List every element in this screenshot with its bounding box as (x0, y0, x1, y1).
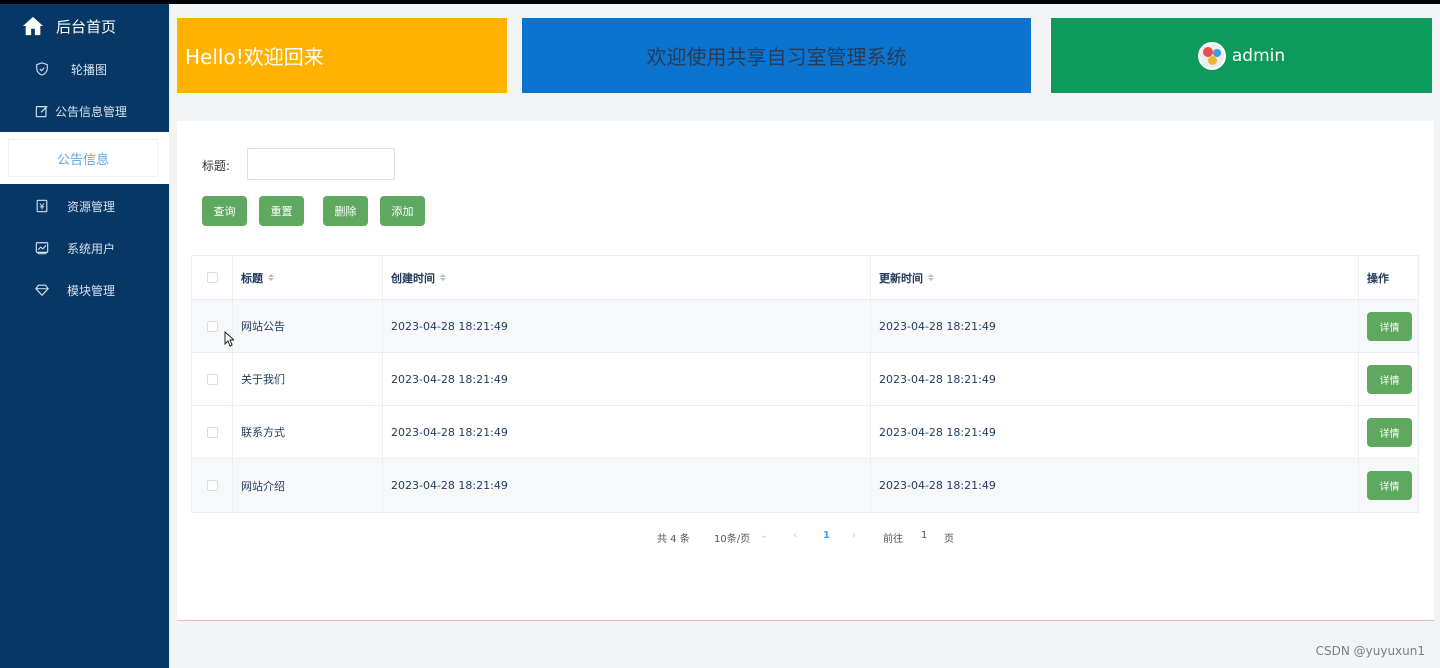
username[interactable]: admin (1232, 46, 1285, 66)
content-panel: 标题: 查询 重置 删除 添加 标题 创建时间 更新时间 操作 网站公告 202… (177, 121, 1434, 621)
sidebar-item-module-management[interactable]: 模块管理 (0, 269, 169, 311)
cell-title: 关于我们 (233, 353, 383, 405)
shield-icon (36, 62, 48, 76)
delete-button[interactable]: 删除 (323, 196, 368, 226)
row-checkbox[interactable] (206, 480, 218, 491)
cell-title: 网站介绍 (233, 459, 383, 512)
chevron-down-icon[interactable]: ⌄ (760, 530, 768, 541)
page-suffix: 页 (944, 534, 954, 545)
cell-updated: 2023-04-28 18:21:49 (871, 353, 1359, 405)
system-title: 欢迎使用共享自习室管理系统 (646, 45, 907, 69)
sidebar-item-notice-management[interactable]: 公告信息管理 (0, 90, 169, 132)
column-header-action: 操作 (1367, 271, 1389, 285)
cell-created: 2023-04-28 18:21:49 (383, 459, 871, 512)
sidebar-item-label: 公告信息管理 (55, 104, 128, 119)
user-banner[interactable]: admin (1051, 18, 1432, 93)
sidebar-brand-label: 后台首页 (56, 17, 117, 36)
sidebar-item-label: 资源管理 (67, 199, 116, 214)
cell-title: 联系方式 (233, 406, 383, 458)
diamond-icon (35, 284, 49, 297)
select-all-cell (192, 256, 233, 299)
add-button[interactable]: 添加 (380, 196, 425, 226)
sidebar-submenu: 公告信息 (0, 132, 169, 184)
page-size-select[interactable]: 10条/页 (714, 530, 750, 545)
sidebar-item-label: 模块管理 (67, 283, 116, 298)
sidebar-item-label: 轮播图 (71, 62, 108, 77)
sort-icon[interactable] (268, 274, 274, 281)
cell-updated: 2023-04-28 18:21:49 (871, 300, 1359, 352)
column-header-created[interactable]: 创建时间 (383, 256, 871, 299)
next-page-icon[interactable]: › (852, 530, 856, 541)
system-title-banner: 欢迎使用共享自习室管理系统 (522, 18, 1031, 93)
mouse-cursor-icon (224, 331, 234, 347)
reset-button[interactable]: 重置 (259, 196, 304, 226)
sidebar: 后台首页 轮播图 公告信息管理 公告信息 资源管理 系统用户 模块管理 (0, 4, 169, 668)
notice-table: 标题 创建时间 更新时间 操作 网站公告 2023-04-28 18:21:49… (191, 255, 1419, 513)
chart-icon (35, 242, 49, 255)
title-search-input[interactable] (247, 148, 395, 180)
table-header: 标题 创建时间 更新时间 操作 (192, 256, 1418, 300)
cell-updated: 2023-04-28 18:21:49 (871, 459, 1359, 512)
detail-button[interactable]: 详情 (1367, 364, 1412, 394)
detail-button[interactable]: 详情 (1367, 311, 1412, 341)
row-checkbox[interactable] (206, 373, 218, 385)
goto-page-input[interactable]: 1 (921, 530, 927, 541)
sort-icon[interactable] (440, 274, 446, 281)
edit-icon (35, 105, 48, 118)
watermark: CSDN @yuyuxun1 (1315, 644, 1425, 658)
select-all-checkbox[interactable] (206, 272, 218, 283)
search-label: 标题: (202, 159, 231, 173)
table-row: 网站公告 2023-04-28 18:21:49 2023-04-28 18:2… (192, 300, 1418, 353)
cell-title: 网站公告 (233, 300, 383, 352)
main-content: Hello!欢迎回来 欢迎使用共享自习室管理系统 admin 标题: 查询 重置… (169, 4, 1440, 668)
goto-label: 前往 (883, 534, 903, 545)
sort-icon[interactable] (928, 274, 934, 281)
sidebar-item-resource-management[interactable]: 资源管理 (0, 185, 169, 227)
table-row: 联系方式 2023-04-28 18:21:49 2023-04-28 18:2… (192, 406, 1418, 459)
column-header-updated[interactable]: 更新时间 (871, 256, 1359, 299)
cell-created: 2023-04-28 18:21:49 (383, 406, 871, 458)
pagination-total: 共 4 条 (657, 534, 690, 545)
prev-page-icon[interactable]: ‹ (793, 530, 797, 541)
greeting-banner: Hello!欢迎回来 (177, 18, 507, 93)
cell-created: 2023-04-28 18:21:49 (383, 353, 871, 405)
table-row: 关于我们 2023-04-28 18:21:49 2023-04-28 18:2… (192, 353, 1418, 406)
home-icon (22, 16, 44, 36)
document-icon (36, 199, 48, 213)
sidebar-item-system-users[interactable]: 系统用户 (0, 227, 169, 269)
query-button[interactable]: 查询 (202, 196, 247, 226)
pagination: 共 4 条 10条/页 ⌄ ‹ 1 › 前往 1 页 (177, 527, 1434, 547)
row-checkbox[interactable] (206, 426, 218, 438)
detail-button[interactable]: 详情 (1367, 417, 1412, 447)
sidebar-brand[interactable]: 后台首页 (22, 14, 116, 38)
table-row: 网站介绍 2023-04-28 18:21:49 2023-04-28 18:2… (192, 459, 1418, 512)
row-checkbox[interactable] (206, 320, 218, 332)
sidebar-item-label: 公告信息 (56, 152, 109, 168)
column-header-title[interactable]: 标题 (233, 256, 383, 299)
sidebar-item-notice-info[interactable]: 公告信息 (8, 139, 158, 177)
detail-button[interactable]: 详情 (1367, 471, 1412, 500)
avatar[interactable] (1197, 41, 1226, 70)
current-page[interactable]: 1 (823, 530, 830, 541)
greeting-text: Hello!欢迎回来 (185, 45, 324, 69)
sidebar-item-carousel[interactable]: 轮播图 (0, 48, 169, 90)
sidebar-item-label: 系统用户 (67, 241, 116, 256)
cell-updated: 2023-04-28 18:21:49 (871, 406, 1359, 458)
cell-created: 2023-04-28 18:21:49 (383, 300, 871, 352)
